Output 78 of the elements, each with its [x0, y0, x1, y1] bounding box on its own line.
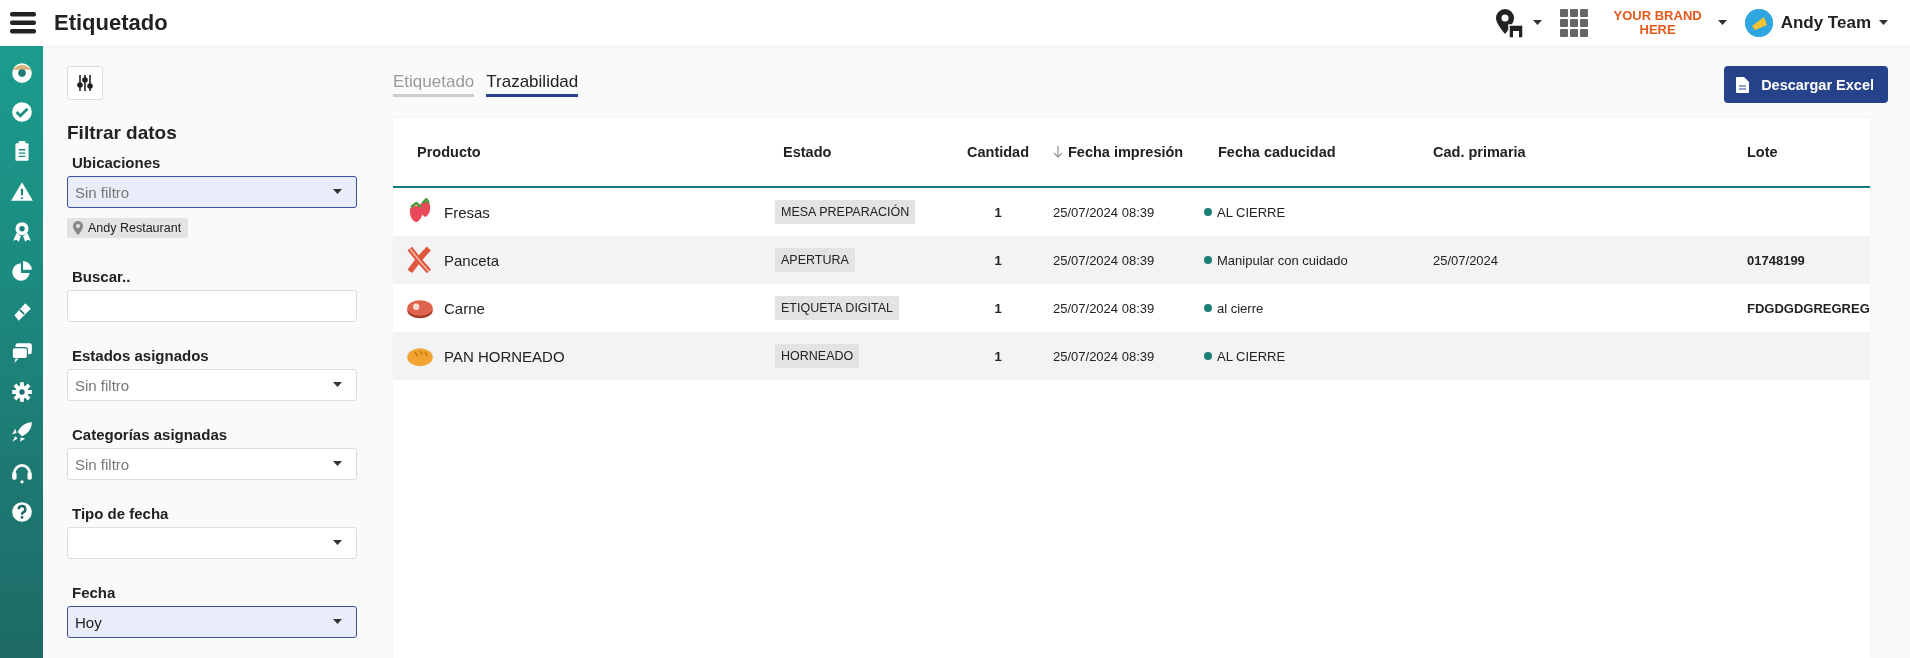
mascot-icon[interactable] [9, 60, 34, 84]
expiry-text: Manipular con cuidado [1217, 252, 1348, 268]
user-name[interactable]: Andy Team [1780, 13, 1871, 33]
table-cell: 1 [994, 300, 1002, 316]
caret-icon [1879, 20, 1888, 26]
dropdown-field[interactable]: Hoy [67, 606, 357, 638]
table-cell: 25/07/2024 [1433, 252, 1499, 268]
column-header[interactable]: Lote [1747, 144, 1870, 160]
dot-icon [1204, 208, 1212, 216]
field-label: Buscar.. [72, 268, 132, 285]
location-store-icon[interactable] [1494, 8, 1525, 38]
chat-icon[interactable] [9, 340, 34, 364]
gear-icon[interactable] [9, 380, 34, 404]
dot-icon [1204, 304, 1212, 312]
table-cell: 1 [994, 204, 1002, 220]
dropdown-field[interactable]: Sin filtro [67, 448, 357, 480]
tab[interactable]: Trazabilidad [486, 72, 579, 97]
table-cell: 25/07/2024 08:39 [1053, 252, 1155, 268]
filter-title: Filtrar datos [67, 122, 178, 144]
table-cell: 25/07/2024 08:39 [1053, 300, 1155, 316]
status-tag: HORNEADO [775, 344, 860, 368]
dot-icon [1204, 256, 1212, 264]
product-name: Panceta [444, 251, 500, 269]
caret-icon [333, 382, 342, 388]
expiry-text: al cierre [1217, 300, 1264, 316]
document-icon [1736, 76, 1750, 93]
sliders-icon [77, 74, 93, 92]
field-label: Fecha [72, 584, 117, 601]
dropdown-field[interactable] [67, 527, 357, 559]
sort-arrow-icon[interactable] [1053, 146, 1063, 158]
table-cell: 1 [994, 252, 1002, 268]
field-label: Ubicaciones [72, 154, 162, 171]
status-tag: ETIQUETA DIGITAL [775, 296, 900, 320]
caret-icon [333, 619, 342, 625]
filter-settings-button[interactable] [67, 66, 103, 100]
table-cell: 25/07/2024 08:39 [1053, 348, 1155, 364]
caret-icon [333, 189, 342, 195]
brand-logo-text[interactable]: YOUR BRAND HERE [1605, 9, 1710, 37]
column-header[interactable]: Producto [417, 144, 783, 160]
table-cell: FDGDGDGREGREG [1747, 300, 1870, 316]
dot-icon [1204, 352, 1212, 360]
column-header[interactable]: Cad. primaria [1433, 144, 1747, 160]
dropdown-field[interactable]: Sin filtro [67, 176, 357, 208]
tag-label: Andy Restaurant [88, 221, 182, 235]
product-name: Fresas [444, 203, 490, 221]
caret-icon [1717, 20, 1727, 26]
caret-icon [333, 461, 342, 467]
field-label: Estados asignados [72, 347, 210, 364]
menu-icon[interactable] [10, 12, 36, 34]
table-cell: 25/07/2024 08:39 [1053, 204, 1155, 220]
page-title: Etiquetado [54, 10, 168, 36]
help-icon[interactable] [9, 500, 34, 524]
search-field[interactable] [67, 290, 357, 322]
rocket-icon[interactable] [9, 420, 34, 444]
column-header[interactable]: Estado [783, 144, 943, 160]
column-header[interactable]: Fecha caducidad [1218, 144, 1433, 160]
field-label: Categorías asignadas [72, 426, 229, 443]
status-tag: APERTURA [775, 248, 855, 272]
expiry-text: AL CIERRE [1217, 348, 1286, 364]
download-excel-button[interactable]: Descargar Excel [1724, 66, 1888, 103]
check-circle-icon[interactable] [9, 100, 34, 124]
warning-icon[interactable] [9, 180, 34, 204]
expiry-text: AL CIERRE [1217, 204, 1286, 220]
caret-icon [333, 540, 342, 546]
column-header[interactable]: Fecha impresión [1068, 144, 1184, 160]
avatar-icon[interactable] [1744, 9, 1773, 37]
column-header[interactable]: Cantidad [967, 144, 1029, 160]
dropdown-field[interactable]: Sin filtro [67, 369, 357, 401]
table-cell: 1 [994, 348, 1002, 364]
product-name: PAN HORNEADO [444, 347, 565, 365]
field-label: Tipo de fecha [72, 505, 170, 522]
product-name: Carne [444, 299, 485, 317]
map-pin-icon [73, 221, 83, 235]
table-cell: 01748199 [1747, 252, 1805, 268]
caret-icon [1532, 20, 1542, 26]
status-tag: MESA PREPARACIÓN [775, 200, 916, 224]
pie-chart-icon[interactable] [9, 260, 34, 284]
apps-grid-icon[interactable] [1559, 9, 1588, 37]
